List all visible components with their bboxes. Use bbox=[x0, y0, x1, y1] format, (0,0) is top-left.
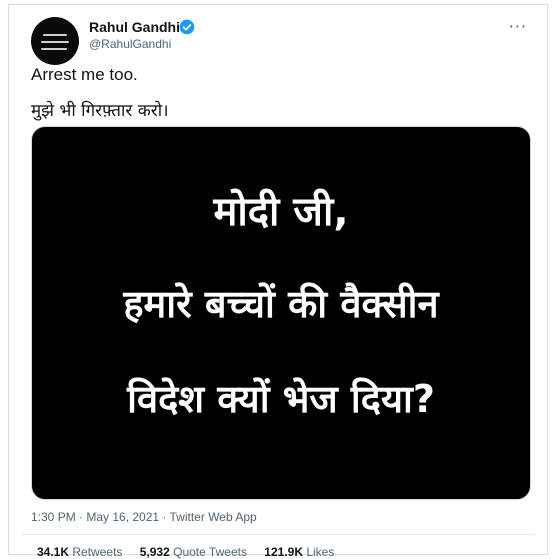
image-text-line-1: मोदी जी, bbox=[213, 189, 349, 235]
retweets-stat[interactable]: 34.1K Retweets bbox=[37, 545, 122, 559]
retweets-count: 34.1K bbox=[37, 545, 70, 559]
quote-tweets-count: 5,932 bbox=[139, 545, 170, 559]
avatar[interactable] bbox=[31, 17, 79, 65]
tweet-card: Rahul Gandhi @RahulGandhi ··· Arrest me … bbox=[8, 4, 548, 559]
tweet-text-english: Arrest me too. bbox=[31, 65, 138, 84]
likes-stat[interactable]: 121.9K Likes bbox=[264, 545, 334, 559]
verified-badge-icon bbox=[179, 19, 195, 35]
avatar-text-line bbox=[41, 41, 69, 43]
quote-tweets-stat[interactable]: 5,932 Quote Tweets bbox=[140, 545, 247, 559]
author-name[interactable]: Rahul Gandhi bbox=[89, 19, 180, 35]
tweet-timestamp[interactable]: 1:30 PM · May 16, 2021 · Twitter Web App bbox=[31, 510, 257, 524]
likes-label: Likes bbox=[306, 545, 335, 559]
retweets-label: Retweets bbox=[72, 545, 123, 559]
quote-tweets-label: Quote Tweets bbox=[173, 545, 247, 559]
engagement-stats: 34.1K Retweets 5,932 Quote Tweets 121.9K… bbox=[37, 545, 348, 559]
more-options-icon[interactable]: ··· bbox=[509, 17, 527, 36]
avatar-text-line bbox=[41, 48, 67, 50]
image-text-line-2: हमारे बच्चों की वैक्सीन bbox=[123, 282, 439, 326]
likes-count: 121.9K bbox=[264, 545, 303, 559]
divider bbox=[21, 534, 535, 535]
tweet-image[interactable]: मोदी जी, हमारे बच्चों की वैक्सीन विदेश क… bbox=[31, 126, 531, 500]
image-text-line-3: विदेश क्यों भेज दिया? bbox=[127, 377, 435, 421]
tweet-text-hindi: मुझे भी गिरफ़्तार करो। bbox=[31, 101, 169, 121]
author-handle[interactable]: @RahulGandhi bbox=[89, 37, 171, 51]
avatar-text-line bbox=[43, 34, 67, 36]
